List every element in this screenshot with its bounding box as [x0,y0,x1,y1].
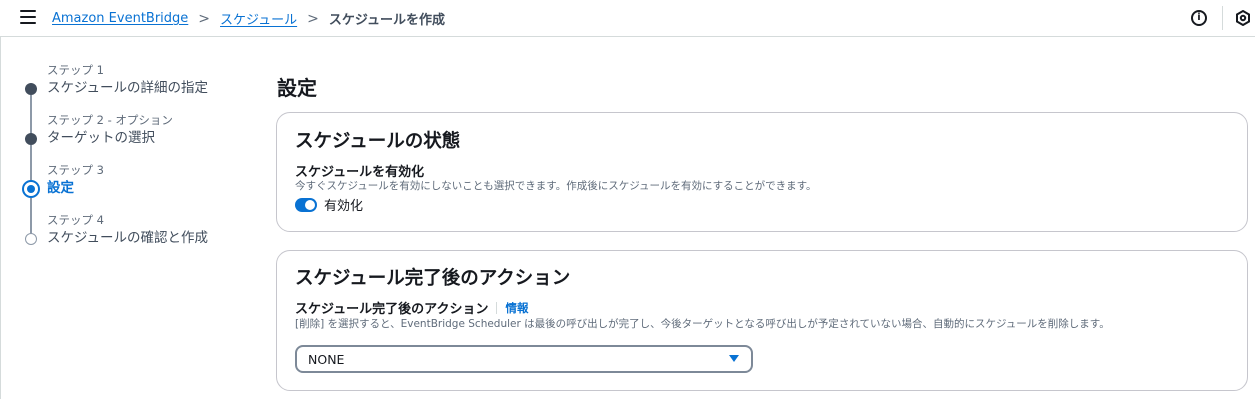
post-completion-action-card: スケジュール完了後のアクション スケジュール完了後のアクション 情報 [削除] … [276,250,1248,391]
step-complete-dot-icon [25,133,37,145]
breadcrumb-separator-icon: > [307,10,319,27]
settings-icon[interactable] [1235,10,1251,26]
breadcrumb-link-schedules[interactable]: スケジュール [220,9,297,28]
breadcrumb-separator-icon: > [198,10,211,27]
breadcrumb: Amazon EventBridge > スケジュール > スケジュールを作成 [52,9,445,29]
step-number: ステップ 3 [47,163,104,177]
page-title: 設定 [277,76,317,100]
post-completion-action-description: [削除] を選択すると、EventBridge Scheduler は最後の呼び… [295,318,1110,330]
enable-schedule-toggle[interactable] [295,197,317,212]
toolbar-divider [1222,6,1223,30]
wizard-step-3: ステップ 3 設定 [22,162,252,212]
toggle-label[interactable]: 有効化 [324,195,363,214]
breadcrumb-link-eventbridge[interactable]: Amazon EventBridge [52,11,188,26]
step-pending-dot-icon [25,233,37,245]
card-title: スケジュールの状態 [295,131,461,152]
info-circle-icon[interactable]: i [1191,10,1207,26]
page-left-border [0,0,1,399]
enable-toggle-row: 有効化 [295,195,363,214]
wizard-step-1[interactable]: ステップ 1 スケジュールの詳細の指定 [22,62,252,112]
wizard-steps: ステップ 1 スケジュールの詳細の指定 ステップ 2 - オプション ターゲット… [22,62,252,262]
post-completion-action-label: スケジュール完了後のアクション 情報 [295,298,528,317]
step-title: スケジュールの確認と作成 [47,230,209,246]
step-complete-dot-icon [25,83,37,95]
step-number: ステップ 4 [47,213,104,227]
hamburger-menu-icon[interactable] [20,10,36,26]
wizard-step-2[interactable]: ステップ 2 - オプション ターゲットの選択 [22,112,252,162]
card-title: スケジュール完了後のアクション [295,268,571,289]
step-title: スケジュールの詳細の指定 [47,80,209,96]
caret-down-icon [729,355,739,362]
field-label-text: スケジュール完了後のアクション [295,302,489,317]
step-title: 設定 [47,180,74,196]
step-number: ステップ 2 - オプション [47,113,173,127]
step-title: ターゲットの選択 [47,130,155,146]
breadcrumb-current-page: スケジュールを作成 [328,13,445,28]
step-current-dot-icon [22,180,40,198]
enable-schedule-description: 今すぐスケジュールを有効にしないことも選択できます。作成後にスケジュールを有効に… [295,180,817,192]
select-value: NONE [308,352,345,367]
wizard-step-4: ステップ 4 スケジュールの確認と作成 [22,212,252,262]
top-navigation-bar: Amazon EventBridge > スケジュール > スケジュールを作成 … [0,0,1255,37]
step-number: ステップ 1 [47,63,104,77]
info-link[interactable]: 情報 [496,301,528,314]
post-completion-action-select[interactable]: NONE [295,345,753,373]
schedule-state-card: スケジュールの状態 スケジュールを有効化 今すぐスケジュールを有効にしないことも… [276,112,1248,232]
